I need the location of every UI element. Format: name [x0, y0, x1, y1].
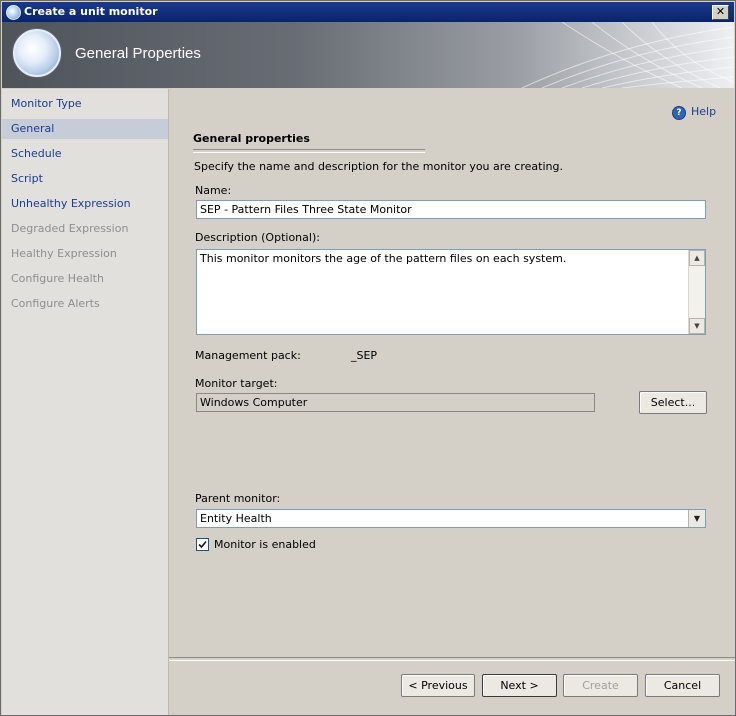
- section-heading: General properties: [193, 132, 310, 145]
- footer-divider: [169, 657, 735, 661]
- nav-configure-alerts: Configure Alerts: [11, 297, 100, 310]
- chevron-down-icon[interactable]: ▼: [688, 510, 705, 527]
- nav-degraded-expression: Degraded Expression: [11, 222, 129, 235]
- name-input[interactable]: SEP - Pattern Files Three State Monitor: [196, 200, 706, 219]
- create-button: Create: [563, 674, 638, 697]
- cancel-button[interactable]: Cancel: [645, 674, 720, 697]
- section-divider: [193, 149, 425, 153]
- parent-monitor-value: Entity Health: [200, 512, 272, 525]
- description-label: Description (Optional):: [195, 231, 320, 244]
- wizard-step-nav: Monitor Type General Schedule Script Unh…: [2, 89, 169, 715]
- section-instruction: Specify the name and description for the…: [194, 160, 563, 173]
- nav-schedule[interactable]: Schedule: [2, 144, 168, 164]
- close-button[interactable]: ✕: [712, 5, 729, 20]
- next-button[interactable]: Next >: [482, 674, 557, 697]
- description-text: This monitor monitors the age of the pat…: [200, 252, 567, 265]
- checkmark-icon: [198, 540, 207, 549]
- banner-title: General Properties: [75, 45, 201, 62]
- parent-monitor-dropdown[interactable]: Entity Health ▼: [196, 509, 706, 528]
- help-icon: ?: [672, 106, 686, 120]
- nav-unhealthy-expression[interactable]: Unhealthy Expression: [2, 194, 168, 214]
- window-icon: [6, 5, 21, 20]
- management-pack-value: _SEP: [351, 349, 378, 362]
- title-bar[interactable]: Create a unit monitor ✕: [2, 2, 734, 22]
- scroll-down-icon[interactable]: ▼: [689, 318, 705, 334]
- enabled-checkbox[interactable]: [196, 538, 209, 551]
- nav-configure-health: Configure Health: [11, 272, 104, 285]
- description-textarea[interactable]: This monitor monitors the age of the pat…: [196, 249, 706, 335]
- nav-healthy-expression: Healthy Expression: [11, 247, 117, 260]
- monitor-target-label: Monitor target:: [195, 377, 278, 390]
- scroll-up-icon[interactable]: ▲: [689, 250, 705, 266]
- management-pack-label: Management pack:: [195, 349, 301, 362]
- nav-script[interactable]: Script: [2, 169, 168, 189]
- dialog-window: Create a unit monitor ✕ General Properti…: [0, 0, 736, 716]
- parent-monitor-label: Parent monitor:: [195, 492, 281, 505]
- monitor-target-field: Windows Computer: [196, 393, 595, 412]
- nav-general[interactable]: General: [2, 119, 168, 139]
- banner-orb-icon: [13, 29, 61, 77]
- header-banner: General Properties: [2, 22, 734, 88]
- nav-monitor-type[interactable]: Monitor Type: [2, 94, 168, 114]
- window-title: Create a unit monitor: [24, 5, 158, 18]
- description-scrollbar[interactable]: ▲ ▼: [688, 250, 705, 334]
- help-label: Help: [691, 105, 717, 118]
- main-content: ? Help General properties Specify the na…: [169, 89, 735, 715]
- enabled-label: Monitor is enabled: [214, 538, 316, 551]
- select-target-button[interactable]: Select...: [639, 391, 707, 414]
- name-label: Name:: [195, 184, 232, 197]
- previous-button[interactable]: < Previous: [401, 674, 475, 697]
